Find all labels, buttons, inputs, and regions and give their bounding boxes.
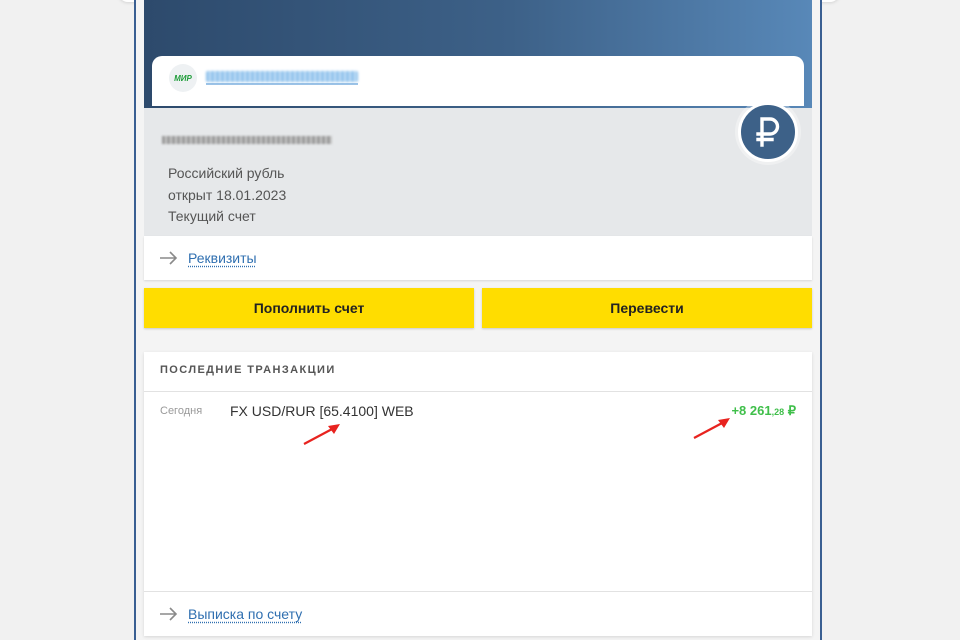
arrow-right-icon — [160, 251, 178, 265]
statement-row[interactable]: Выписка по счету — [144, 592, 812, 636]
arrow-right-icon — [160, 607, 178, 621]
details-link[interactable]: Реквизиты — [188, 250, 257, 266]
account-opened-date: открыт 18.01.2023 — [168, 187, 287, 203]
ruble-icon — [738, 102, 798, 162]
amount-currency: ₽ — [787, 403, 796, 418]
annotation-arrow-icon — [303, 424, 340, 445]
amount-kopecks: ,28 — [771, 407, 785, 417]
transactions-card: ПОСЛЕДНИЕ ТРАНЗАКЦИИ Сегодня FX USD/RUR … — [144, 352, 812, 636]
transaction-date: Сегодня — [160, 405, 203, 417]
transactions-title: ПОСЛЕДНИЕ ТРАНЗАКЦИИ — [160, 364, 336, 376]
card-strip[interactable]: МИР — [152, 56, 804, 106]
mir-logo: МИР — [169, 64, 197, 92]
account-currency: Российский рубль — [168, 165, 285, 181]
top-up-button[interactable]: Пополнить счет — [144, 288, 474, 328]
transaction-amount: +8 261,28 ₽ — [731, 403, 796, 419]
card-number-redacted — [206, 71, 358, 82]
transfer-button[interactable]: Перевести — [482, 288, 812, 328]
details-row[interactable]: Реквизиты — [144, 236, 812, 280]
account-number-redacted — [162, 136, 332, 144]
statement-link[interactable]: Выписка по счету — [188, 606, 302, 622]
account-info-panel: Российский рубль открыт 18.01.2023 Текущ… — [144, 108, 812, 236]
divider — [144, 391, 812, 392]
amount-main: +8 261 — [731, 403, 772, 418]
transaction-description: FX USD/RUR [65.4100] WEB — [230, 403, 414, 419]
card-number-underline — [206, 83, 358, 85]
account-type: Текущий счет — [168, 208, 256, 224]
annotation-arrow-icon — [693, 418, 730, 439]
